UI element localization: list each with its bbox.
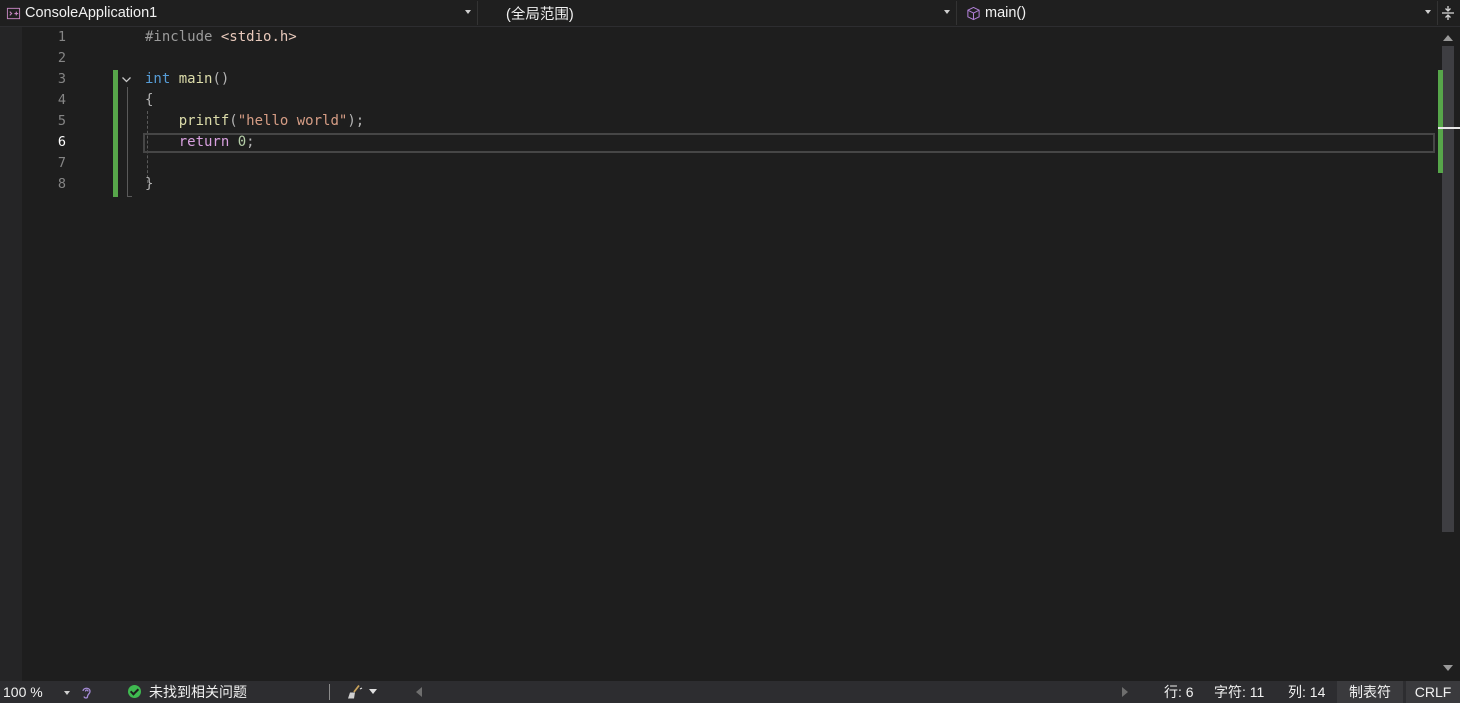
line-number: 4 [57,92,66,108]
semicolon: ; [246,134,255,150]
code-cleanup-brush-icon[interactable] [346,684,364,700]
current-line-highlight [143,133,1435,153]
line-position: 行: 6 [1164,684,1194,700]
scrollbar-change-marker [1438,70,1443,173]
include-header: <stdio.h> [220,29,297,45]
indicator-margin[interactable] [0,27,22,681]
code-line-4[interactable]: { [145,90,153,111]
change-tracking-bar [113,70,118,197]
project-icon [6,7,21,19]
open-paren: ( [229,113,238,129]
scroll-down-arrow-icon[interactable] [1443,665,1453,671]
check-circle-icon [128,685,141,698]
line-number: 7 [57,155,66,171]
code-editor[interactable]: 1 2 3 4 5 6 7 8 #include <stdio.h> int m… [0,27,1438,681]
outline-line [127,87,128,197]
split-editor-button[interactable] [1439,3,1457,23]
close-brace: } [145,176,154,192]
member-dropdown[interactable]: main() [960,1,1438,25]
line-number: 8 [57,176,66,192]
scrollbar-caret-marker [1438,127,1460,129]
line-number: 2 [57,50,66,66]
status-separator [329,684,330,700]
column-position: 列: 14 [1288,684,1326,700]
code-line-6[interactable]: return 0; [145,132,255,153]
chevron-down-icon[interactable] [369,689,377,694]
char-position: 字符: 11 [1214,684,1265,700]
close-paren-semicolon: ); [347,113,365,129]
return-keyword: return [178,134,230,150]
type-keyword: int [145,71,171,87]
code-line-8[interactable]: } [145,174,153,195]
outline-end [127,196,132,197]
code-line-5[interactable]: printf("hello world"); [145,111,364,132]
open-brace: { [145,92,154,108]
preprocessor-directive: #include [145,29,213,45]
chevron-down-icon [944,10,950,14]
ear-icon[interactable] [79,684,94,700]
horizontal-scrollbar[interactable] [408,681,1136,703]
code-line-3[interactable]: int main() [145,69,229,90]
split-editor-icon [1442,6,1454,20]
line-number: 5 [57,113,66,129]
string-literal: "hello world" [237,113,348,129]
project-dropdown[interactable]: ConsoleApplication1 [0,1,478,25]
project-dropdown-label: ConsoleApplication1 [25,5,158,21]
issues-status[interactable]: 未找到相关问题 [149,681,247,703]
number-literal: 0 [237,134,247,150]
scope-dropdown[interactable]: (全局范围) [481,1,957,25]
scroll-up-arrow-icon[interactable] [1443,35,1453,41]
scroll-left-arrow-icon[interactable] [416,687,422,697]
chevron-down-icon [465,10,471,14]
scrollbar-thumb[interactable] [1442,46,1454,532]
line-ending-button[interactable]: CRLF [1406,681,1460,703]
parentheses: () [212,71,230,87]
chevron-down-icon [1425,10,1431,14]
scope-dropdown-label: (全局范围) [506,6,574,23]
indent-mode-button[interactable]: 制表符 [1337,681,1403,703]
line-number: 3 [57,71,66,87]
code-line-1[interactable]: #include <stdio.h> [145,27,297,48]
function-call: printf [178,113,230,129]
line-number: 1 [57,29,66,45]
vertical-scrollbar[interactable] [1438,27,1460,681]
cube-icon [967,6,980,20]
editor-status-bar: 100 % 未找到相关问题 行: 6 字符: 11 列: 14 制表符 CRLF [0,681,1460,703]
navigation-bar: ConsoleApplication1 (全局范围) main() [0,0,1460,27]
collapse-chevron-icon[interactable] [120,73,133,86]
zoom-dropdown[interactable]: 100 % [3,681,43,703]
current-line-number: 6 [57,134,66,150]
member-dropdown-label: main() [985,5,1027,21]
scroll-right-arrow-icon[interactable] [1122,687,1128,697]
function-name: main [178,71,213,87]
chevron-down-icon[interactable] [64,691,70,695]
